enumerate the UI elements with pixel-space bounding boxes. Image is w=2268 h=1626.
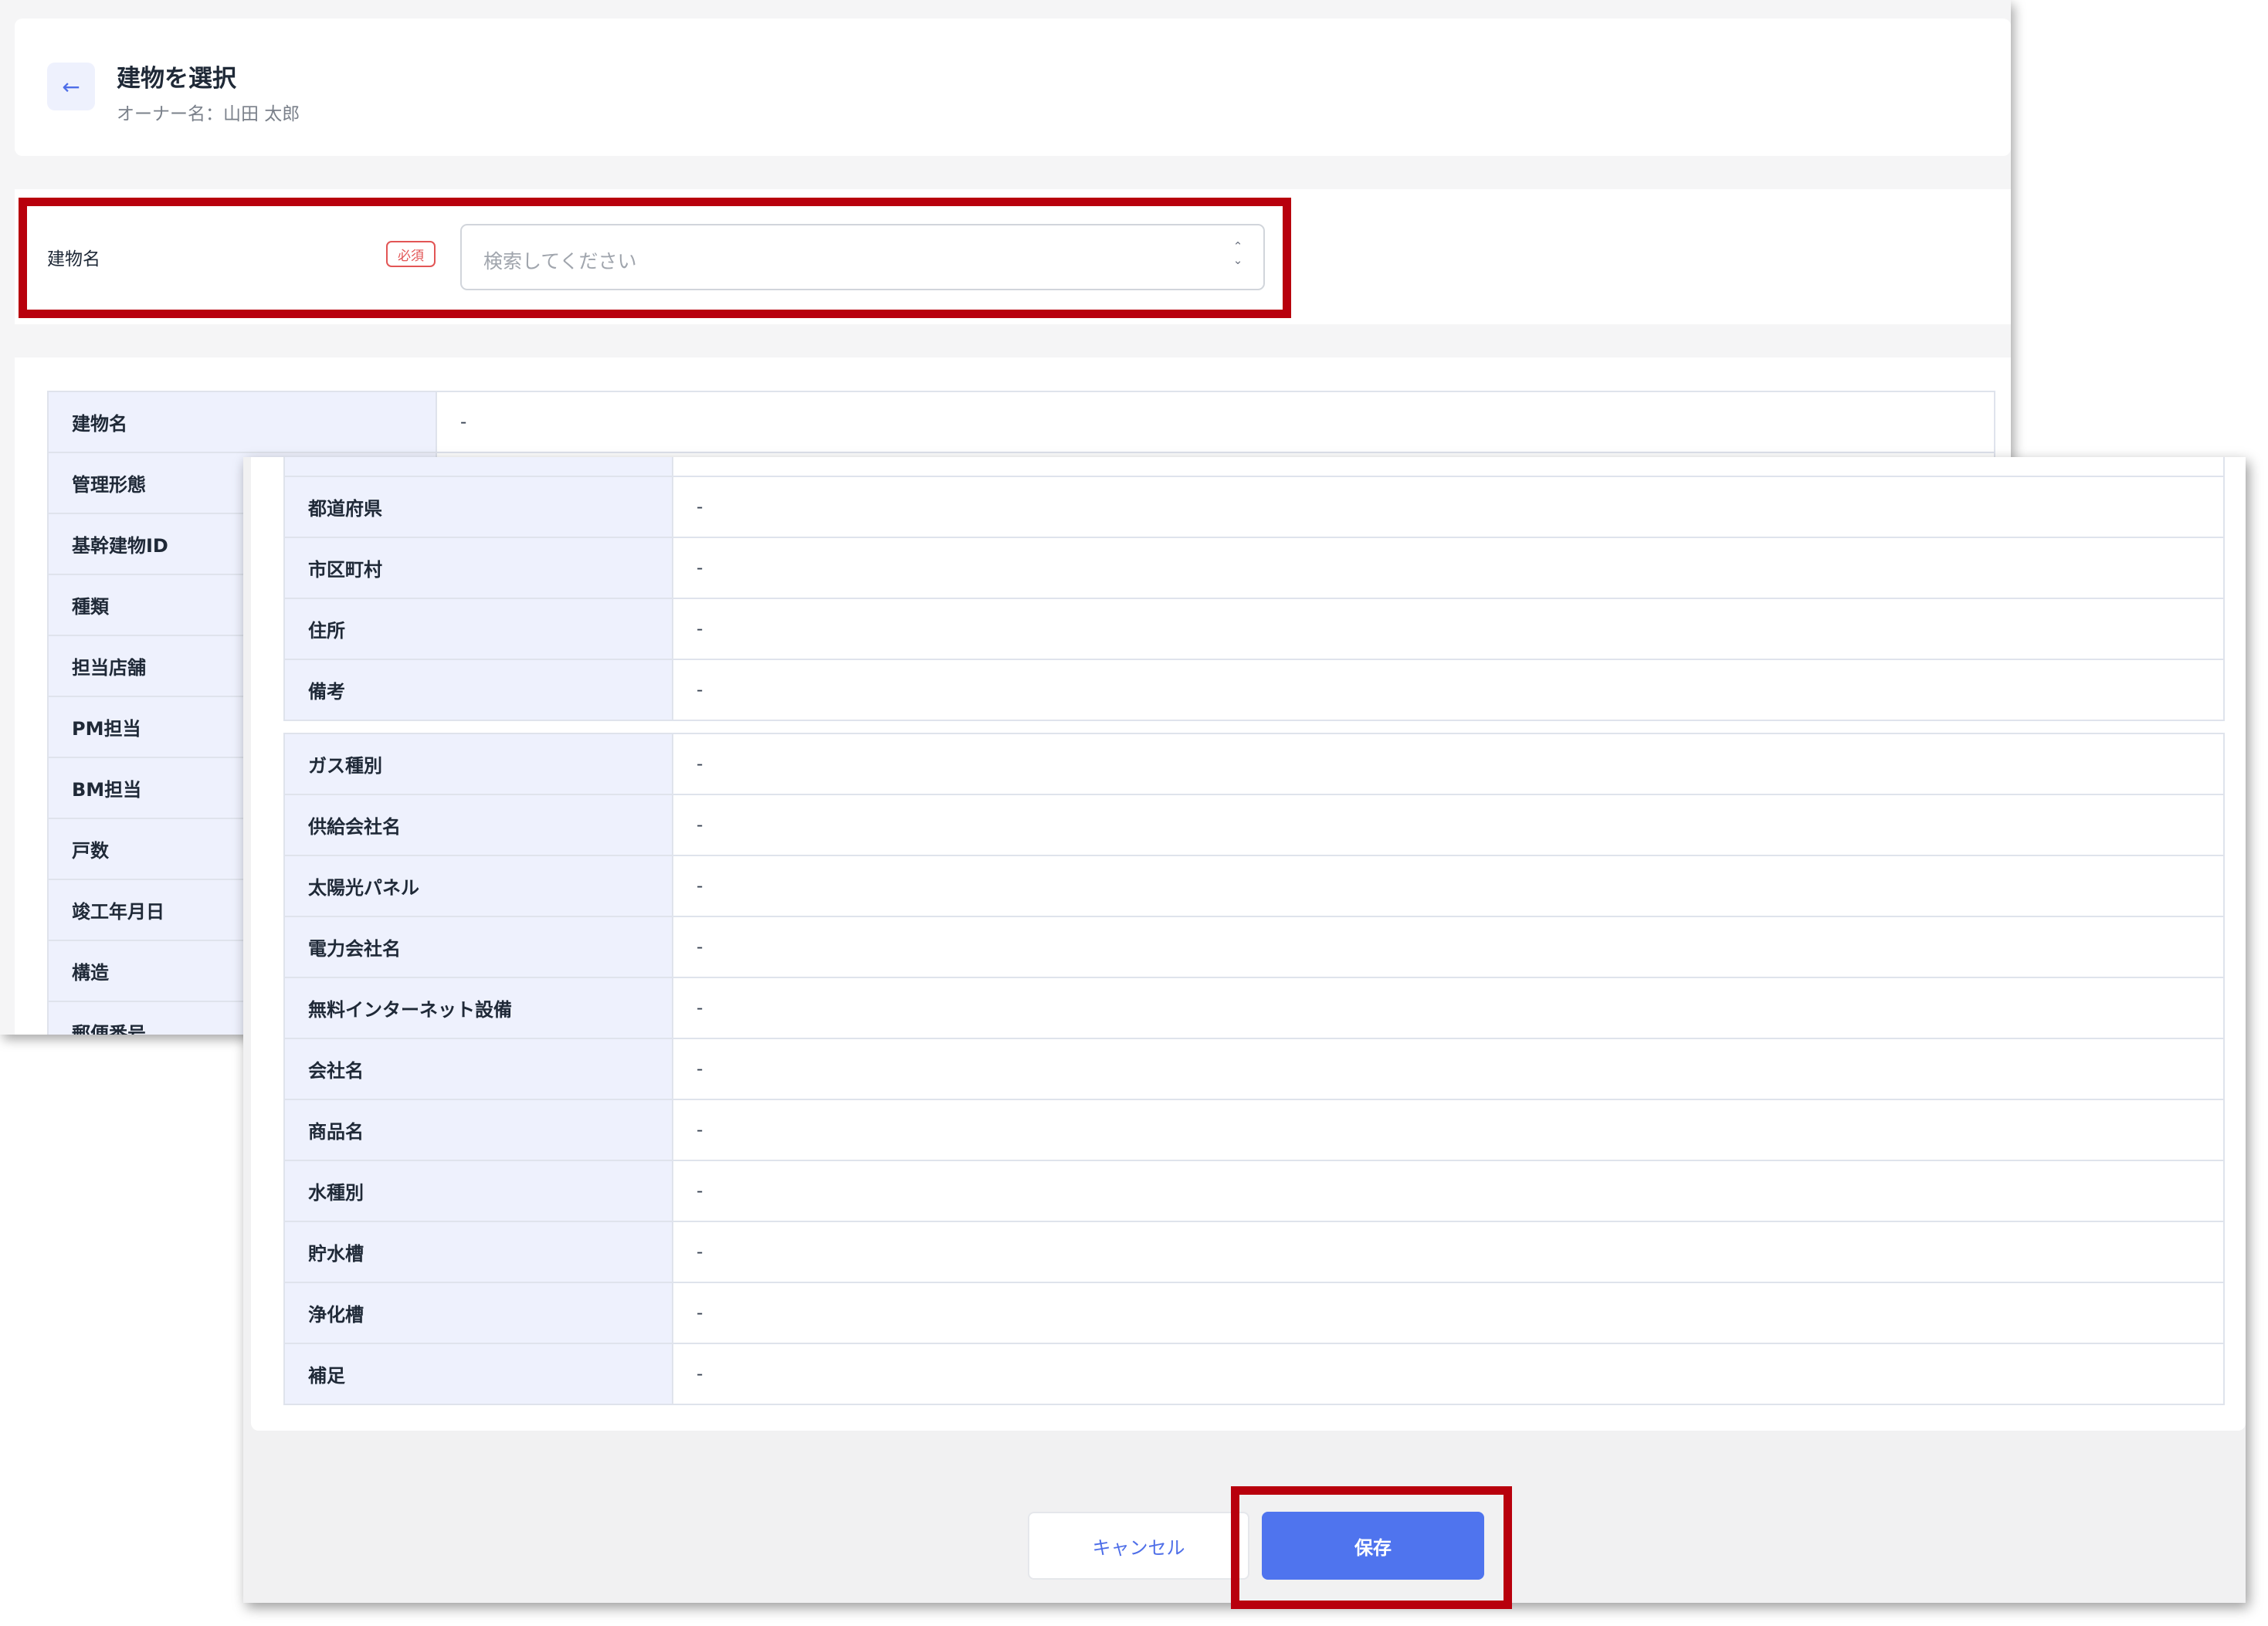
row-value: - — [673, 477, 2225, 537]
row-value: - — [673, 1344, 2225, 1404]
table-row — [283, 457, 2225, 477]
building-detail-card-lower: 都道府県 - 市区町村 - 住所 - 備考 - ガス種別 - 供給会社名 - 太陽光パネル - 電力会社名… — [251, 457, 2246, 1431]
page-title: 建物を選択 — [117, 65, 236, 93]
row-label: 無料インターネット設備 — [283, 978, 673, 1038]
row-label: 浄化槽 — [283, 1283, 673, 1343]
required-badge: 必須 — [386, 241, 436, 267]
search-placeholder: 検索してください — [483, 250, 637, 273]
row-label: 供給会社名 — [283, 795, 673, 855]
table-row: 電力会社名 - — [283, 917, 2225, 978]
chevron-updown-icon: ⌃ ⌄ — [1232, 239, 1243, 267]
row-value: - — [673, 734, 2225, 794]
page-header: ← 建物を選択 オーナー名：山田 太郎 — [15, 19, 2011, 156]
owner-name: オーナー名：山田 太郎 — [117, 104, 300, 124]
table-row: 建物名 - — [47, 392, 1995, 453]
row-value: - — [673, 1222, 2225, 1282]
row-label: 都道府県 — [283, 477, 673, 537]
table-row: 補足 - — [283, 1344, 2225, 1404]
table-row: 会社名 - — [283, 1039, 2225, 1100]
table-row: 市区町村 - — [283, 538, 2225, 599]
table-row: 備考 - — [283, 660, 2225, 720]
row-label: 水種別 — [283, 1161, 673, 1221]
row-label: 備考 — [283, 660, 673, 720]
address-group: 都道府県 - 市区町村 - 住所 - 備考 - — [283, 457, 2225, 721]
row-value: - — [673, 1100, 2225, 1160]
table-row: 住所 - — [283, 599, 2225, 660]
row-label: 商品名 — [283, 1100, 673, 1160]
utility-group: ガス種別 - 供給会社名 - 太陽光パネル - 電力会社名 - 無料インターネット設備 - 会社名 -… — [283, 733, 2225, 1405]
row-value: - — [673, 795, 2225, 855]
row-label: 電力会社名 — [283, 917, 673, 977]
row-label: 建物名 — [47, 392, 437, 452]
row-label: 市区町村 — [283, 538, 673, 598]
row-value: - — [437, 392, 1995, 452]
table-row: 貯水槽 - — [283, 1222, 2225, 1283]
row-label: 住所 — [283, 599, 673, 659]
row-value: - — [673, 1283, 2225, 1343]
table-row: 水種別 - — [283, 1161, 2225, 1222]
table-row: ガス種別 - — [283, 734, 2225, 795]
table-row: 都道府県 - — [283, 477, 2225, 538]
table-row: 無料インターネット設備 - — [283, 978, 2225, 1039]
table-row: 供給会社名 - — [283, 795, 2225, 856]
building-search-select[interactable]: 検索してください ⌃ ⌄ — [460, 224, 1265, 290]
table-row: 太陽光パネル - — [283, 856, 2225, 917]
row-label: 補足 — [283, 1344, 673, 1404]
row-label: ガス種別 — [283, 734, 673, 794]
row-value: - — [673, 538, 2225, 598]
row-value: - — [673, 660, 2225, 720]
save-button[interactable]: 保存 — [1262, 1512, 1484, 1580]
arrow-left-icon: ← — [62, 73, 80, 100]
row-label: 太陽光パネル — [283, 856, 673, 916]
building-name-label: 建物名 — [47, 249, 100, 269]
row-value: - — [673, 978, 2225, 1038]
building-select-section: 建物名 必須 検索してください ⌃ ⌄ — [15, 189, 2011, 324]
row-value: - — [673, 1039, 2225, 1099]
back-button[interactable]: ← — [47, 63, 95, 110]
table-row: 浄化槽 - — [283, 1283, 2225, 1344]
row-value: - — [673, 599, 2225, 659]
table-row: 商品名 - — [283, 1100, 2225, 1161]
building-detail-table-lower: 都道府県 - 市区町村 - 住所 - 備考 - ガス種別 - 供給会社名 - 太陽光パネル - 電力会社名… — [283, 457, 2225, 1405]
row-value: - — [673, 1161, 2225, 1221]
row-value: - — [673, 917, 2225, 977]
row-label: 貯水槽 — [283, 1222, 673, 1282]
building-detail-screen-scrolled: 都道府県 - 市区町村 - 住所 - 備考 - ガス種別 - 供給会社名 - 太陽光パネル - 電力会社名… — [243, 457, 2246, 1603]
row-label: 会社名 — [283, 1039, 673, 1099]
cancel-button[interactable]: キャンセル — [1028, 1512, 1249, 1580]
row-value: - — [673, 856, 2225, 916]
